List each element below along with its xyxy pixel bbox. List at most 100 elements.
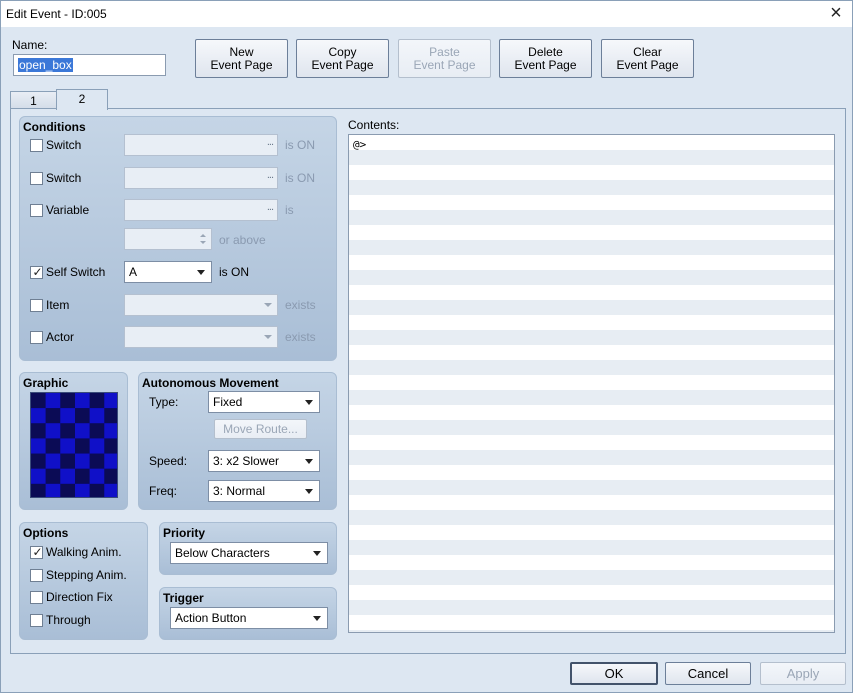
switch1-field[interactable]: ... [124, 134, 278, 156]
checker-cell [75, 393, 90, 409]
chevron-down-icon [264, 335, 272, 339]
spin-down-icon[interactable] [200, 241, 206, 244]
walking-anim-check-icon: ✓ [32, 545, 43, 559]
stepping-anim-checkbox[interactable] [30, 569, 43, 582]
variable-field[interactable]: ... [124, 199, 278, 221]
checker-cell [60, 468, 75, 484]
variable-ellipsis: ... [266, 201, 274, 213]
type-dropdown[interactable]: Fixed [208, 391, 320, 413]
freq-value: 3: Normal [213, 484, 266, 498]
self-switch-checkbox[interactable]: ✓ [30, 265, 43, 279]
checker-cell [45, 438, 61, 454]
stepping-anim-label: Stepping Anim. [46, 568, 127, 582]
checker-cell [104, 453, 117, 469]
walking-anim-checkbox[interactable]: ✓ [30, 545, 43, 559]
freq-dropdown[interactable]: 3: Normal [208, 480, 320, 502]
edit-event-window: Edit Event - ID:005 × Name: open_box New… [0, 0, 853, 693]
delete-event-page-label-2: Event Page [514, 58, 577, 72]
delete-event-page-button[interactable]: Delete Event Page [499, 39, 592, 78]
graphic-preview[interactable] [30, 392, 118, 498]
self-switch-check-icon: ✓ [32, 265, 43, 279]
checker-cell [75, 468, 90, 484]
close-icon[interactable]: × [826, 3, 846, 24]
variable-checkbox[interactable] [30, 204, 43, 217]
checker-cell [31, 468, 46, 484]
tab-page-1[interactable]: 1 [10, 91, 57, 109]
self-switch-value: A [129, 265, 138, 279]
variable-label: Variable [46, 203, 90, 217]
checker-cell [89, 438, 105, 454]
checker-cell [60, 438, 75, 454]
type-label: Type: [149, 395, 179, 409]
variable-value-stepper[interactable] [124, 228, 212, 250]
switch1-checkbox[interactable] [30, 139, 43, 152]
speed-label: Speed: [149, 454, 188, 468]
checker-cell [104, 393, 117, 409]
priority-group: Priority Below Characters [159, 522, 337, 575]
chevron-down-icon [305, 489, 313, 494]
trigger-group: Trigger Action Button [159, 587, 337, 640]
priority-title: Priority [163, 526, 206, 540]
name-label: Name: [12, 38, 48, 52]
type-value: Fixed [213, 395, 243, 409]
actor-dropdown[interactable] [124, 326, 278, 348]
checker-cell [89, 483, 105, 497]
freq-label: Freq: [149, 484, 178, 498]
checker-cell [45, 423, 61, 439]
item-suffix: exists [285, 298, 316, 312]
cancel-button[interactable]: Cancel [665, 662, 751, 685]
move-route-button[interactable]: Move Route... [214, 419, 307, 439]
checker-cell [104, 408, 117, 424]
switch2-checkbox[interactable] [30, 172, 43, 185]
options-title: Options [23, 526, 69, 540]
ok-button[interactable]: OK [570, 662, 658, 685]
walking-anim-label: Walking Anim. [46, 545, 122, 559]
clear-event-page-button[interactable]: Clear Event Page [601, 39, 694, 78]
checker-cell [75, 453, 90, 469]
apply-button[interactable]: Apply [760, 662, 846, 685]
clear-event-page-label-2: Event Page [616, 58, 679, 72]
checker-cell [31, 438, 46, 454]
actor-checkbox[interactable] [30, 331, 43, 344]
chevron-down-icon [264, 303, 272, 307]
variable-suffix: is [285, 203, 294, 217]
checker-cell [45, 468, 61, 484]
checker-cell [60, 393, 75, 409]
paste-event-page-button[interactable]: Paste Event Page [398, 39, 491, 78]
direction-fix-checkbox[interactable] [30, 591, 43, 604]
new-event-page-button[interactable]: New Event Page [195, 39, 288, 78]
name-input[interactable]: open_box [13, 54, 166, 76]
speed-dropdown[interactable]: 3: x2 Slower [208, 450, 320, 472]
checker-cell [75, 423, 90, 439]
chevron-down-icon [313, 551, 321, 556]
tab-page-2[interactable]: 2 [56, 89, 108, 110]
autonomous-movement-group: Autonomous Movement Type: Fixed Move Rou… [138, 372, 337, 510]
priority-dropdown[interactable]: Below Characters [170, 542, 328, 564]
contents-list[interactable]: @> [348, 134, 835, 633]
speed-value: 3: x2 Slower [213, 454, 280, 468]
switch1-ellipsis: ... [266, 136, 274, 148]
chevron-down-icon [313, 616, 321, 621]
trigger-value: Action Button [175, 611, 247, 625]
checker-cell [31, 393, 46, 409]
checker-cell [60, 408, 75, 424]
checker-cell [89, 468, 105, 484]
checker-cell [75, 408, 90, 424]
through-checkbox[interactable] [30, 614, 43, 627]
copy-event-page-button[interactable]: Copy Event Page [296, 39, 389, 78]
direction-fix-label: Direction Fix [46, 590, 113, 604]
spin-up-icon[interactable] [200, 234, 206, 237]
item-dropdown[interactable] [124, 294, 278, 316]
conditions-title: Conditions [23, 120, 86, 134]
trigger-dropdown[interactable]: Action Button [170, 607, 328, 629]
window-title: Edit Event - ID:005 [6, 7, 107, 21]
actor-label: Actor [46, 330, 75, 344]
item-checkbox[interactable] [30, 299, 43, 312]
switch2-field[interactable]: ... [124, 167, 278, 189]
checker-cell [60, 423, 75, 439]
new-event-page-label-2: Event Page [210, 58, 273, 72]
self-switch-dropdown[interactable]: A [124, 261, 212, 283]
list-item[interactable]: @> [353, 138, 366, 151]
checker-cell [31, 483, 46, 497]
checker-cell [45, 483, 61, 497]
